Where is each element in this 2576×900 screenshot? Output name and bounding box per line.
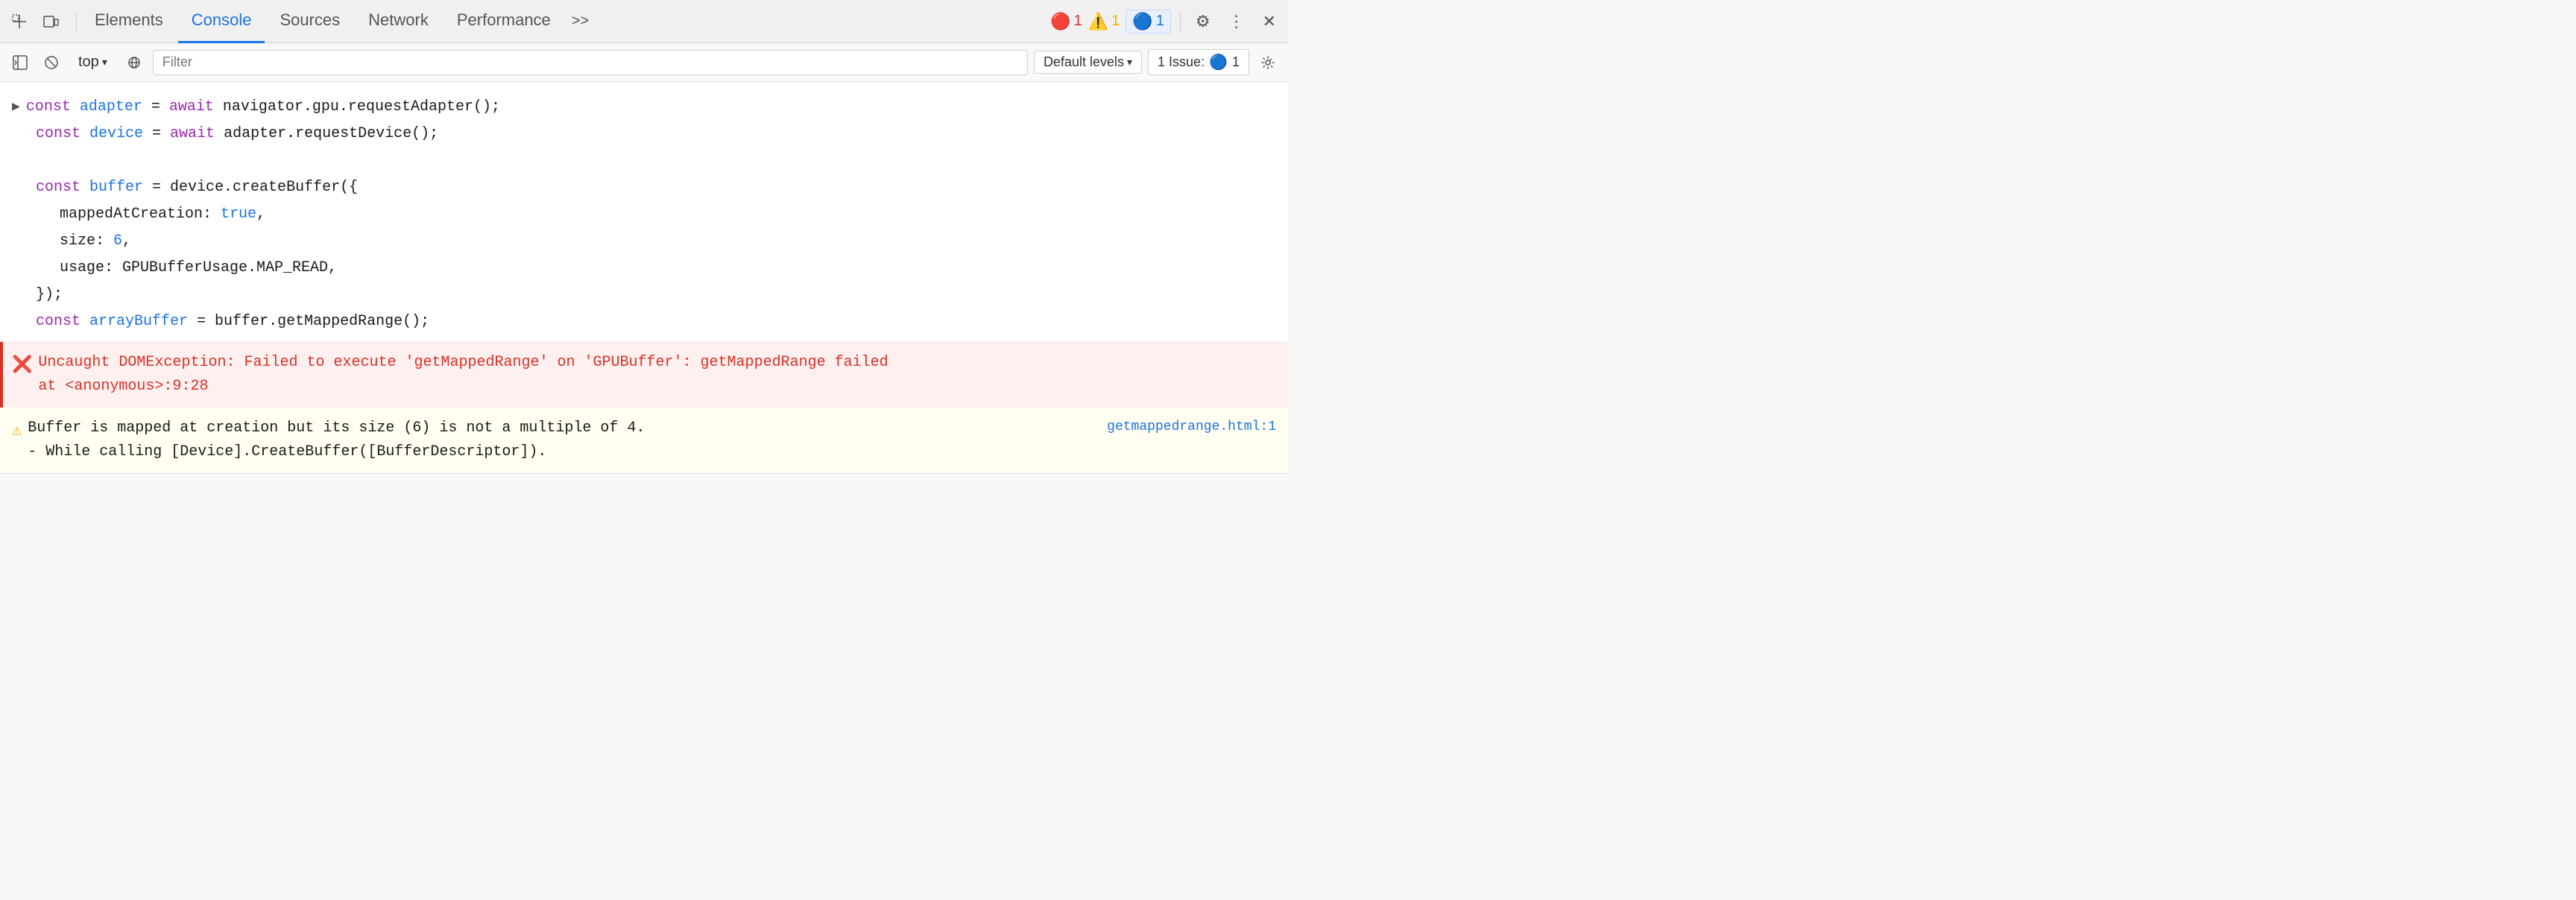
console-toolbar: top ▾ Default levels ▾ 1 Issue: 🔵 1 xyxy=(0,43,1288,82)
console-settings-button[interactable] xyxy=(1255,50,1281,75)
code-line-6: usage: GPUBufferUsage.MAP_READ, xyxy=(12,255,1276,282)
error-line-1: Uncaught DOMException: Failed to execute… xyxy=(38,351,888,375)
devtools-settings-icon[interactable]: ⚙ xyxy=(1190,9,1216,34)
code-line-5: size: 6 , xyxy=(12,228,1276,255)
code-line-2: const device = await adapter.requestDevi… xyxy=(12,121,1276,148)
expand-icon[interactable]: ▶ xyxy=(12,95,20,118)
separator2 xyxy=(1180,11,1181,32)
tab-elements[interactable]: Elements xyxy=(81,0,177,43)
log-levels-dropdown[interactable]: Default levels ▾ xyxy=(1034,51,1142,74)
separator xyxy=(76,11,77,32)
code-line-3: const buffer = device.createBuffer({ xyxy=(12,174,1276,201)
issues-button[interactable]: 1 Issue: 🔵 1 xyxy=(1148,49,1249,75)
error-badge[interactable]: 🔴 1 xyxy=(1050,12,1082,31)
warning-message: ⚠ Buffer is mapped at creation but its s… xyxy=(0,408,1288,474)
issues-label: 1 Issue: xyxy=(1158,54,1205,70)
error-message: ❌ Uncaught DOMException: Failed to execu… xyxy=(0,342,1288,408)
live-expressions-button[interactable] xyxy=(121,50,147,75)
filter-input[interactable] xyxy=(153,50,1028,75)
levels-dropdown-arrow: ▾ xyxy=(1127,56,1132,69)
error-icon: ❌ xyxy=(12,352,32,378)
warning-icon: ⚠ xyxy=(12,418,22,444)
tab-bar: Elements Console Sources Network Perform… xyxy=(0,0,1288,43)
warning-line-2: - While calling [Device].CreateBuffer([B… xyxy=(28,440,1089,464)
tab-bar-right: 🔴 1 ⚠️ 1 🔵 1 ⚙ ⋮ ✕ xyxy=(1050,9,1282,34)
code-line-1: ▶ const adapter = await navigator.gpu.re… xyxy=(12,94,1276,121)
inspect-element-icon[interactable] xyxy=(6,8,33,35)
more-options-icon[interactable]: ⋮ xyxy=(1222,9,1251,34)
context-dropdown[interactable]: top ▾ xyxy=(70,50,116,75)
close-devtools-icon[interactable]: ✕ xyxy=(1257,9,1282,34)
error-circle-icon: 🔴 xyxy=(1050,12,1070,31)
warning-line-1: Buffer is mapped at creation but its siz… xyxy=(28,416,1089,440)
tab-console[interactable]: Console xyxy=(178,0,265,43)
issues-count: 1 xyxy=(1232,54,1240,70)
clear-console-button[interactable] xyxy=(39,50,64,75)
info-icon: 🔵 xyxy=(1132,12,1152,31)
more-tabs-button[interactable]: >> xyxy=(566,13,595,30)
code-line-8: const arrayBuffer = buffer.getMappedRang… xyxy=(12,308,1276,335)
tab-performance[interactable]: Performance xyxy=(443,0,564,43)
warning-badge[interactable]: ⚠️ 1 xyxy=(1088,12,1120,31)
info-badge[interactable]: 🔵 1 xyxy=(1126,10,1171,34)
dropdown-arrow-icon: ▾ xyxy=(102,56,107,69)
error-line-2: at <anonymous>:9:28 xyxy=(38,375,888,399)
show-sidebar-button[interactable] xyxy=(7,50,33,75)
devtools-icons xyxy=(6,8,64,35)
warning-source-link[interactable]: getmappedrange.html:1 xyxy=(1095,416,1276,438)
error-text: Uncaught DOMException: Failed to execute… xyxy=(38,351,888,399)
code-input-block: ▶ const adapter = await navigator.gpu.re… xyxy=(0,82,1288,342)
console-output: ▶ const adapter = await navigator.gpu.re… xyxy=(0,82,1288,474)
tab-network[interactable]: Network xyxy=(355,0,442,43)
code-line-blank xyxy=(12,148,1276,174)
code-line-7: }); xyxy=(12,282,1276,308)
context-label: top xyxy=(78,54,99,71)
warning-triangle-icon: ⚠️ xyxy=(1088,12,1108,31)
warning-text: Buffer is mapped at creation but its siz… xyxy=(28,416,1089,464)
tab-sources[interactable]: Sources xyxy=(266,0,353,43)
issues-icon: 🔵 xyxy=(1209,53,1228,72)
device-toolbar-icon[interactable] xyxy=(37,8,64,35)
code-line-4: mappedAtCreation: true , xyxy=(12,201,1276,228)
